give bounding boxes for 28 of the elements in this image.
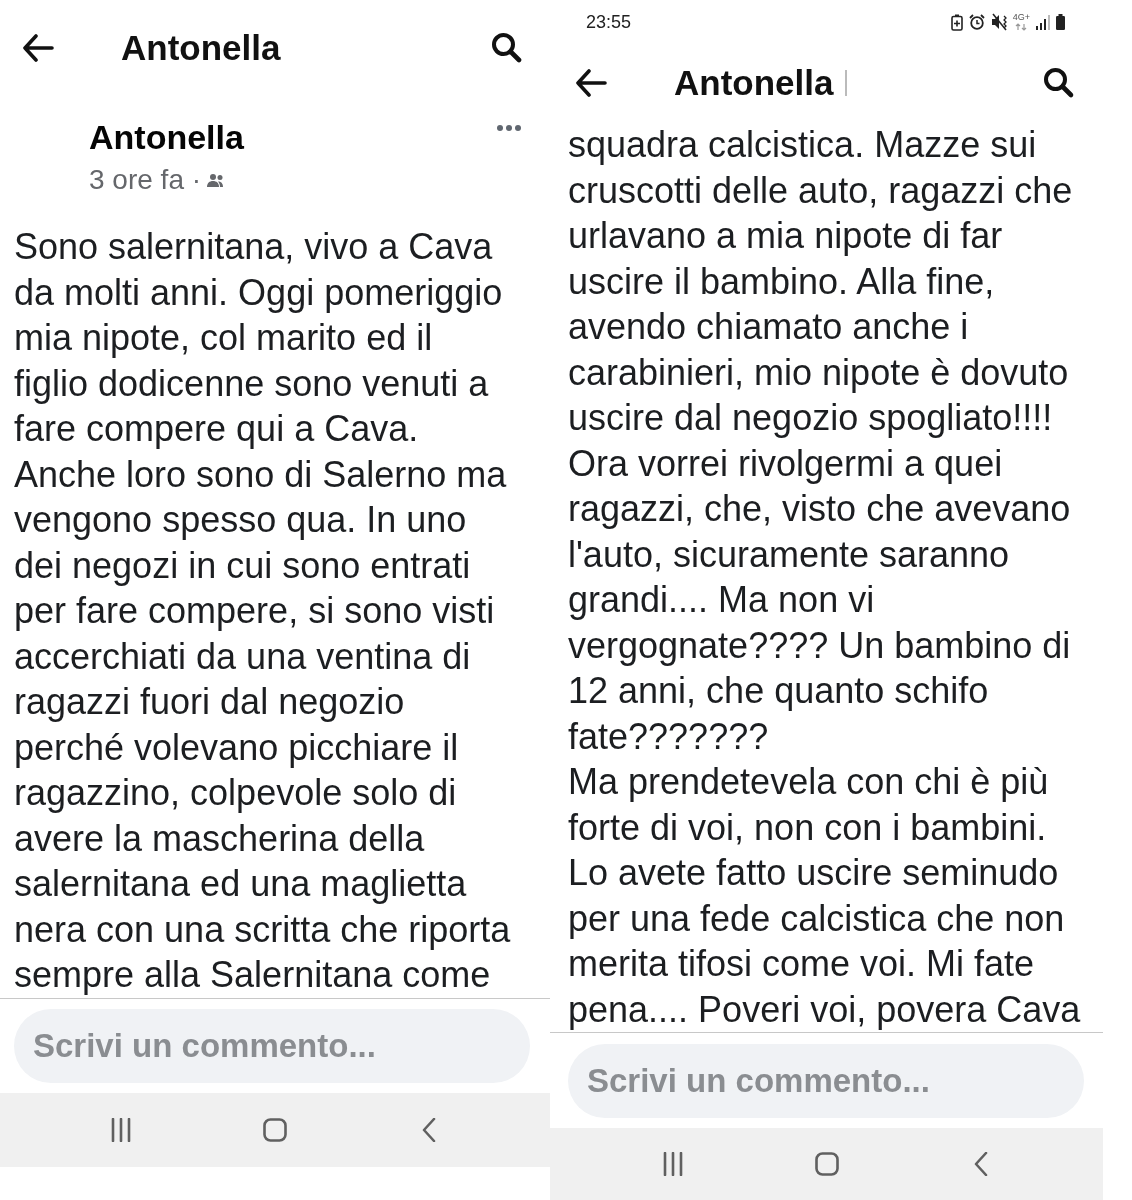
data-arrows-icon [1015,23,1028,31]
search-icon[interactable] [1043,67,1075,99]
friends-icon [207,173,225,187]
more-options-icon[interactable] [497,125,521,131]
post-text: squadra calcistica. Mazze sui cruscotti delle auto, ragazzi che urlavano a mia nipote di far uscire il bambino. Alla fine, avendo chiamato anche i carabinieri, mio nipote è dovuto uscire dal negozio spogliato!!!! Ora vorrei rivolgermi a quei ragazzi, che, visto che avevano l'auto, sicuramente saranno grandi.... Ma non vi vergognate???? Un bambino di 12 anni, che quanto schifo fate??????? Ma prendetevela con chi è più forte di voi, non con i bambini. Lo avete fatto uscire seminudo per una fede calcistica che non merita tifosi come voi. Mi fate pena.... Poveri voi, povera Cava [567,123,1082,1032]
battery-icon [1056,14,1065,30]
search-icon[interactable] [491,31,523,64]
post-text: Sono salernitana, vivo a Cava da molti anni. Oggi pomeriggio mia nipote, col marito ed il figlio dodicenne sono venuti a fare compere qui a Cava. Anche loro sono di Salerno ma vengono spesso qua. In uno dei negozi in cui sono entrati per fare compere, si sono visti accerchiati da una ventina di ragazzi fuori dal negozio perché volevano picchiare il ragazzino, colpevole solo di avere la mascherina della salernitana ed una maglietta nera con una scritta che riporta sempre alla Salernitana come [13,225,512,997]
comment-field[interactable]: Scrivi un commento... [14,1008,530,1083]
recent-apps-icon[interactable] [111,1117,131,1142]
status-time: 23:55 [586,11,632,33]
back-arrow-icon[interactable] [575,69,608,97]
back-chevron-icon[interactable] [422,1117,436,1142]
network-type-label: 4G+ [1012,13,1030,22]
back-arrow-icon[interactable] [22,33,55,62]
home-icon[interactable] [814,1152,839,1176]
muted-speaker-icon [990,13,1007,31]
header-title: Antonella [674,63,834,103]
author-name[interactable]: Antonella [89,117,244,157]
post-time: 3 ore fa · [89,163,202,197]
comment-field[interactable]: Scrivi un commento... [568,1044,1084,1118]
back-chevron-icon[interactable] [973,1152,988,1176]
alarm-clock-icon [968,14,985,30]
signal-bars-icon [1036,14,1050,30]
home-icon[interactable] [263,1117,287,1142]
recent-apps-icon[interactable] [662,1152,683,1176]
header-title: Antonella [121,27,281,68]
battery-plus-icon [950,13,963,31]
